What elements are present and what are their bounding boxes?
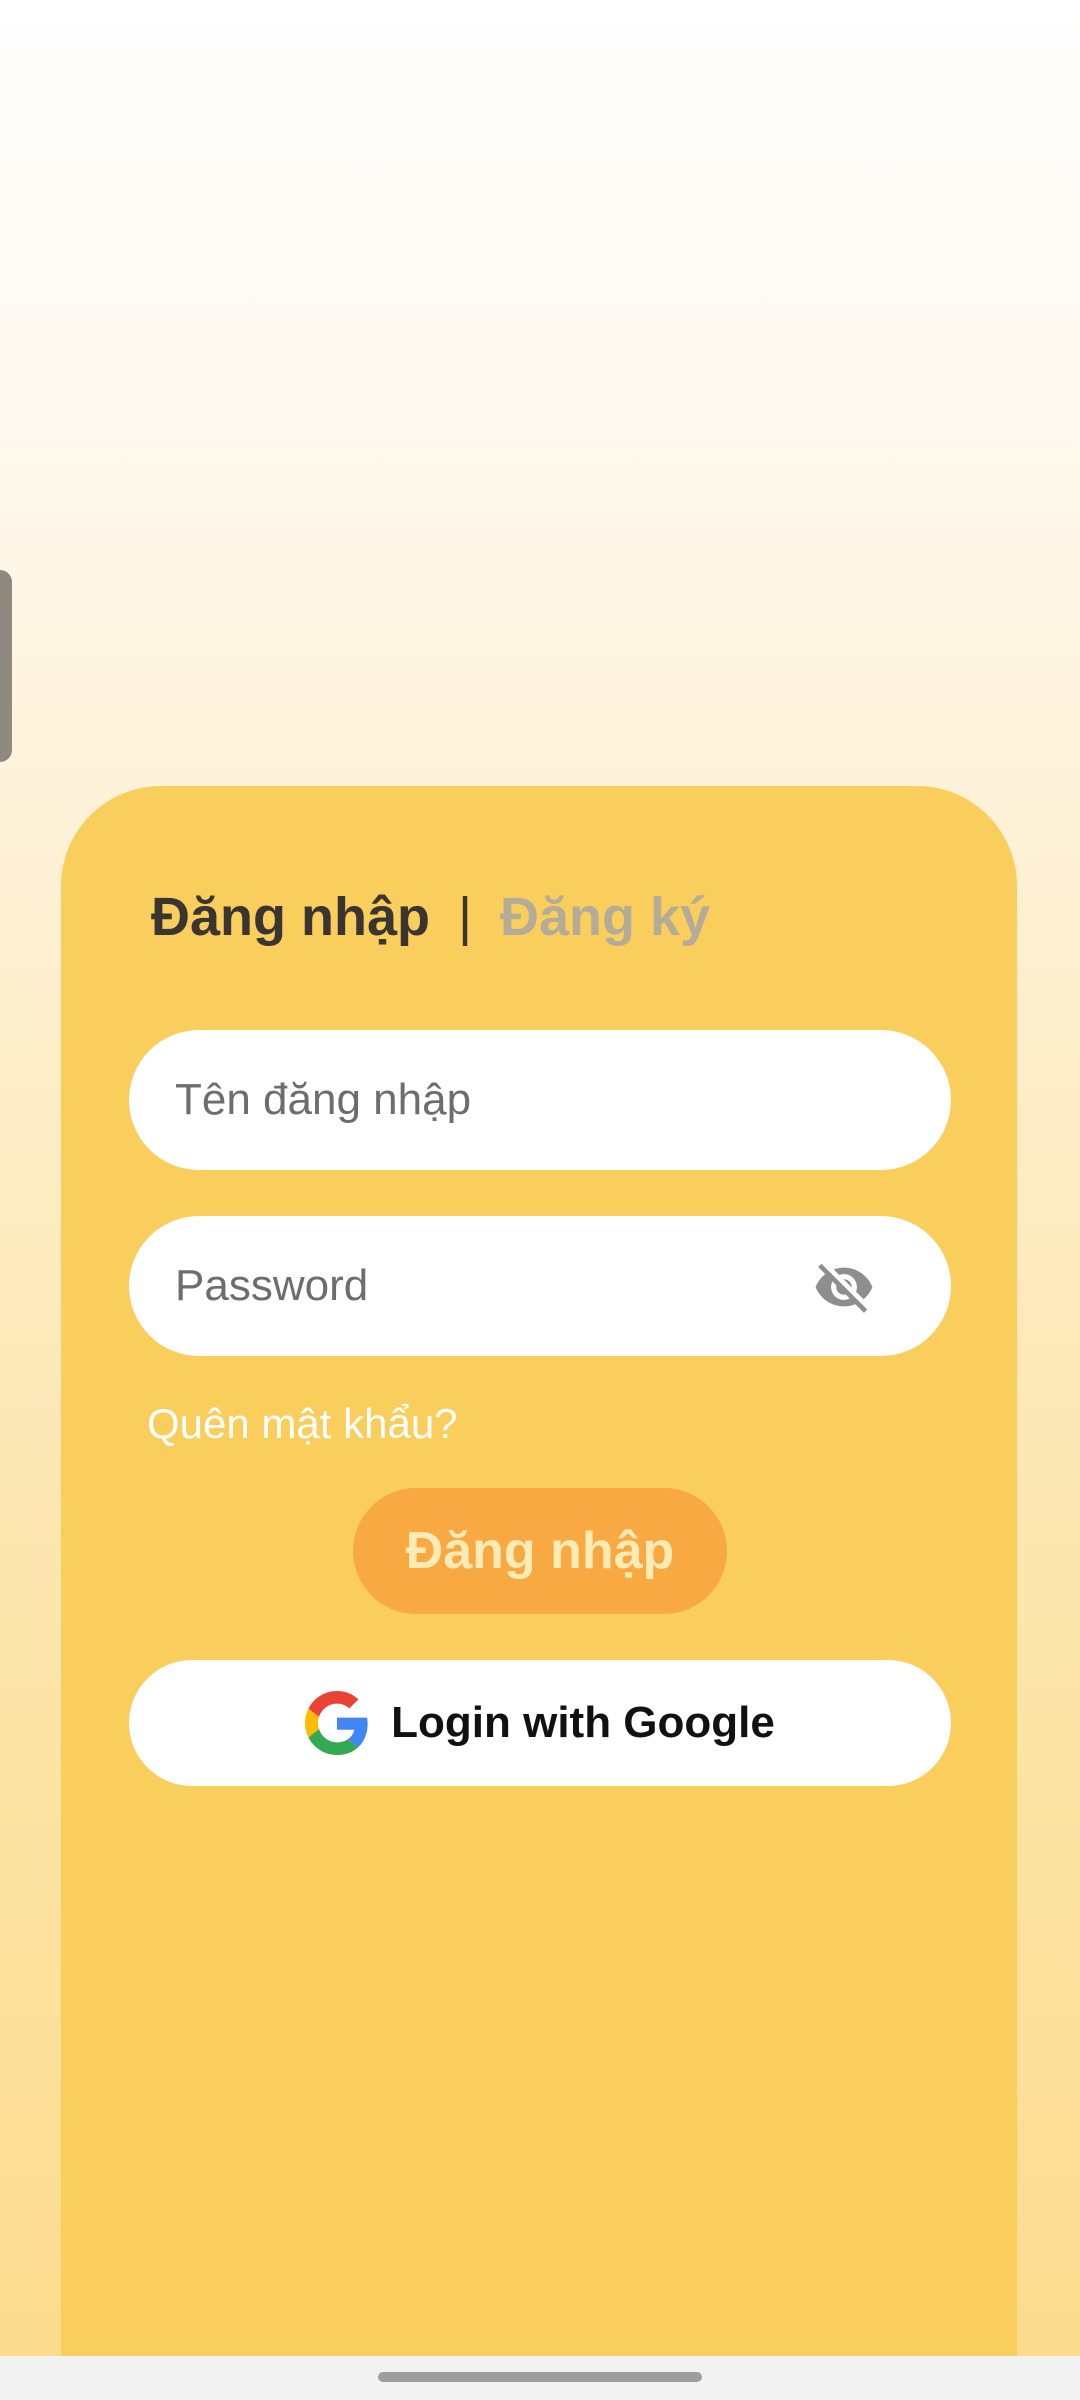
auth-tabs: Đăng nhập | Đăng ký [151, 878, 710, 956]
tab-register[interactable]: Đăng ký [500, 886, 710, 948]
google-login-button[interactable]: Login with Google [129, 1660, 951, 1786]
home-gesture-handle[interactable] [378, 2372, 702, 2382]
forgot-password-link[interactable]: Quên mật khẩu? [147, 1400, 458, 1448]
system-nav-bar [0, 2356, 1080, 2400]
tab-separator: | [458, 887, 473, 947]
login-button[interactable]: Đăng nhập [353, 1488, 727, 1614]
username-input[interactable] [129, 1030, 951, 1170]
username-field [129, 1030, 951, 1170]
login-card: Đăng nhập | Đăng ký Quên mật khẩu? Đăng … [61, 786, 1017, 2400]
eye-off-icon[interactable] [813, 1256, 875, 1318]
side-edge-handle[interactable] [0, 570, 12, 762]
password-field [129, 1216, 951, 1356]
tab-login[interactable]: Đăng nhập [151, 886, 430, 948]
google-login-label: Login with Google [391, 1698, 775, 1747]
google-logo-icon [305, 1691, 368, 1755]
